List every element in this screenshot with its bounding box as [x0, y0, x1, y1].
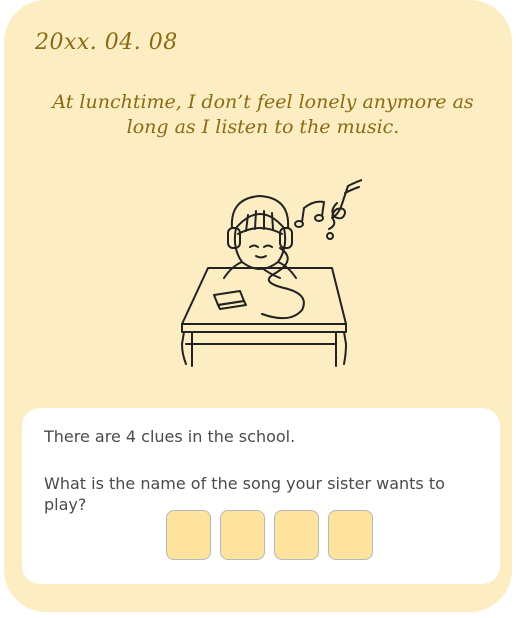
diary-date: 20xx. 04. 08 [35, 30, 178, 55]
clue-count-text: There are 4 clues in the school. [44, 427, 296, 446]
diary-entry: At lunchtime, I don’t feel lonely anymor… [52, 91, 474, 138]
question-text: What is the name of the song your sister… [44, 474, 445, 514]
answer-slot-2[interactable] [220, 510, 265, 560]
answer-slots [166, 510, 373, 560]
student-with-headphones-at-desk-icon [181, 179, 362, 367]
question-panel: There are 4 clues in the school. What is… [22, 408, 500, 584]
student-head-icon [227, 195, 293, 270]
answer-slot-1[interactable] [166, 510, 211, 560]
answer-slot-3[interactable] [274, 510, 319, 560]
answer-slot-4[interactable] [328, 510, 373, 560]
diary-card: 20xx. 04. 08 At lunchtime, I don’t feel … [4, 0, 512, 612]
desk-icon [181, 267, 347, 367]
music-player-icon [213, 290, 247, 310]
music-notes-icon [294, 179, 362, 240]
